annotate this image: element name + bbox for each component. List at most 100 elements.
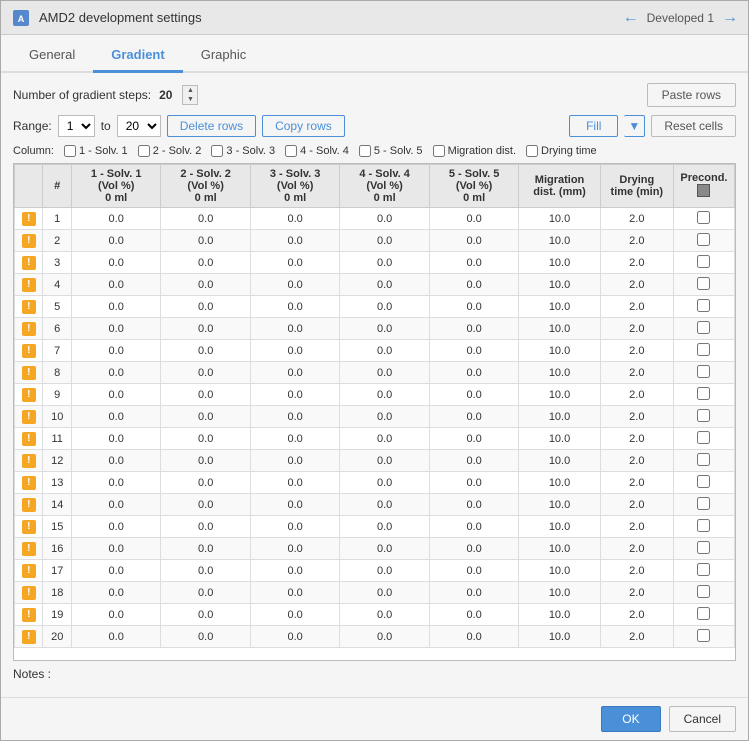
cell-mig-4[interactable]: 10.0 — [519, 296, 600, 318]
cell-s1-4[interactable]: 0.0 — [71, 296, 160, 318]
cell-dry-3[interactable]: 2.0 — [600, 274, 673, 296]
cell-s2-13[interactable]: 0.0 — [161, 494, 250, 516]
ok-button[interactable]: OK — [601, 706, 660, 732]
cell-s3-16[interactable]: 0.0 — [250, 560, 339, 582]
cell-s2-7[interactable]: 0.0 — [161, 362, 250, 384]
cell-s4-5[interactable]: 0.0 — [340, 318, 429, 340]
cell-s1-13[interactable]: 0.0 — [71, 494, 160, 516]
nav-back-arrow[interactable]: ← — [623, 9, 639, 27]
cell-s3-2[interactable]: 0.0 — [250, 252, 339, 274]
cell-s1-18[interactable]: 0.0 — [71, 604, 160, 626]
cell-mig-1[interactable]: 10.0 — [519, 230, 600, 252]
cell-s3-12[interactable]: 0.0 — [250, 472, 339, 494]
precond-checkbox-5[interactable] — [697, 321, 710, 334]
cell-s2-5[interactable]: 0.0 — [161, 318, 250, 340]
cell-dry-16[interactable]: 2.0 — [600, 560, 673, 582]
cell-s3-3[interactable]: 0.0 — [250, 274, 339, 296]
cell-s4-9[interactable]: 0.0 — [340, 406, 429, 428]
cell-s5-15[interactable]: 0.0 — [429, 538, 518, 560]
precond-checkbox-15[interactable] — [697, 541, 710, 554]
cell-s4-3[interactable]: 0.0 — [340, 274, 429, 296]
precond-checkbox-16[interactable] — [697, 563, 710, 576]
cell-s5-19[interactable]: 0.0 — [429, 626, 518, 648]
cell-mig-0[interactable]: 10.0 — [519, 208, 600, 230]
cell-s3-8[interactable]: 0.0 — [250, 384, 339, 406]
paste-rows-button[interactable]: Paste rows — [647, 83, 736, 107]
cell-mig-10[interactable]: 10.0 — [519, 428, 600, 450]
cell-s2-17[interactable]: 0.0 — [161, 582, 250, 604]
cancel-button[interactable]: Cancel — [669, 706, 736, 732]
cell-s1-11[interactable]: 0.0 — [71, 450, 160, 472]
precond-checkbox-18[interactable] — [697, 607, 710, 620]
cell-s3-10[interactable]: 0.0 — [250, 428, 339, 450]
cell-s4-10[interactable]: 0.0 — [340, 428, 429, 450]
cell-s2-10[interactable]: 0.0 — [161, 428, 250, 450]
reset-cells-button[interactable]: Reset cells — [651, 115, 736, 137]
cell-s3-14[interactable]: 0.0 — [250, 516, 339, 538]
cell-s2-8[interactable]: 0.0 — [161, 384, 250, 406]
cell-dry-12[interactable]: 2.0 — [600, 472, 673, 494]
cell-s3-19[interactable]: 0.0 — [250, 626, 339, 648]
cell-dry-6[interactable]: 2.0 — [600, 340, 673, 362]
cell-s5-12[interactable]: 0.0 — [429, 472, 518, 494]
cell-s5-8[interactable]: 0.0 — [429, 384, 518, 406]
cell-s4-8[interactable]: 0.0 — [340, 384, 429, 406]
cell-s5-4[interactable]: 0.0 — [429, 296, 518, 318]
cell-s4-18[interactable]: 0.0 — [340, 604, 429, 626]
cell-dry-2[interactable]: 2.0 — [600, 252, 673, 274]
cell-s5-13[interactable]: 0.0 — [429, 494, 518, 516]
col-checkbox-solv5[interactable] — [359, 145, 371, 157]
cell-s3-9[interactable]: 0.0 — [250, 406, 339, 428]
range-from-select[interactable]: 1 — [58, 115, 95, 137]
cell-s2-2[interactable]: 0.0 — [161, 252, 250, 274]
cell-s3-7[interactable]: 0.0 — [250, 362, 339, 384]
precond-checkbox-0[interactable] — [697, 211, 710, 224]
cell-s2-6[interactable]: 0.0 — [161, 340, 250, 362]
precond-checkbox-6[interactable] — [697, 343, 710, 356]
cell-dry-15[interactable]: 2.0 — [600, 538, 673, 560]
cell-s4-16[interactable]: 0.0 — [340, 560, 429, 582]
cell-s1-14[interactable]: 0.0 — [71, 516, 160, 538]
cell-dry-9[interactable]: 2.0 — [600, 406, 673, 428]
cell-s5-5[interactable]: 0.0 — [429, 318, 518, 340]
cell-mig-8[interactable]: 10.0 — [519, 384, 600, 406]
cell-s5-16[interactable]: 0.0 — [429, 560, 518, 582]
cell-s3-4[interactable]: 0.0 — [250, 296, 339, 318]
cell-s1-3[interactable]: 0.0 — [71, 274, 160, 296]
cell-s4-6[interactable]: 0.0 — [340, 340, 429, 362]
cell-s2-9[interactable]: 0.0 — [161, 406, 250, 428]
cell-s3-11[interactable]: 0.0 — [250, 450, 339, 472]
cell-dry-8[interactable]: 2.0 — [600, 384, 673, 406]
col-checkbox-solv1[interactable] — [64, 145, 76, 157]
cell-s3-6[interactable]: 0.0 — [250, 340, 339, 362]
cell-s2-19[interactable]: 0.0 — [161, 626, 250, 648]
nav-forward-arrow[interactable]: → — [722, 9, 738, 27]
cell-s4-15[interactable]: 0.0 — [340, 538, 429, 560]
cell-mig-7[interactable]: 10.0 — [519, 362, 600, 384]
cell-s5-11[interactable]: 0.0 — [429, 450, 518, 472]
cell-s4-13[interactable]: 0.0 — [340, 494, 429, 516]
precond-checkbox-2[interactable] — [697, 255, 710, 268]
cell-mig-19[interactable]: 10.0 — [519, 626, 600, 648]
cell-mig-18[interactable]: 10.0 — [519, 604, 600, 626]
cell-s1-1[interactable]: 0.0 — [71, 230, 160, 252]
fill-button[interactable]: Fill — [569, 115, 618, 137]
cell-s1-8[interactable]: 0.0 — [71, 384, 160, 406]
fill-dropdown-arrow[interactable]: ▼ — [624, 115, 645, 137]
precond-checkbox-17[interactable] — [697, 585, 710, 598]
cell-s2-15[interactable]: 0.0 — [161, 538, 250, 560]
cell-dry-11[interactable]: 2.0 — [600, 450, 673, 472]
cell-s4-12[interactable]: 0.0 — [340, 472, 429, 494]
cell-s2-18[interactable]: 0.0 — [161, 604, 250, 626]
cell-s5-9[interactable]: 0.0 — [429, 406, 518, 428]
cell-s2-0[interactable]: 0.0 — [161, 208, 250, 230]
cell-s1-19[interactable]: 0.0 — [71, 626, 160, 648]
cell-dry-4[interactable]: 2.0 — [600, 296, 673, 318]
precond-checkbox-10[interactable] — [697, 431, 710, 444]
cell-s3-17[interactable]: 0.0 — [250, 582, 339, 604]
delete-rows-button[interactable]: Delete rows — [167, 115, 256, 137]
cell-s2-4[interactable]: 0.0 — [161, 296, 250, 318]
range-to-select[interactable]: 20 — [117, 115, 161, 137]
col-checkbox-drying[interactable] — [526, 145, 538, 157]
precond-checkbox-4[interactable] — [697, 299, 710, 312]
